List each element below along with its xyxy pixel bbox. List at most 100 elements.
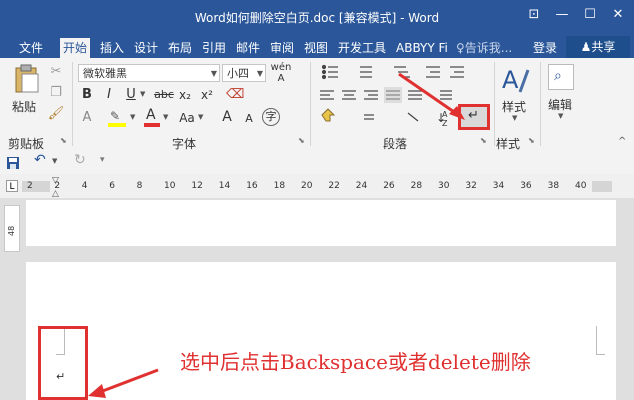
redo-icon[interactable]: ↻ [74,152,86,168]
save-glyph [7,157,19,169]
tab-home[interactable]: 开始 [60,38,91,58]
tab-review[interactable]: 审阅 [267,38,297,58]
subscript-button[interactable]: x₂ [176,86,194,104]
group-divider [540,62,541,146]
page-1-bottom[interactable] [26,200,616,246]
chevron-down-icon[interactable]: ▼ [130,113,135,121]
editing-button[interactable]: ⌕ [548,64,574,90]
shrink-font-button[interactable]: A [240,110,258,128]
collapse-ribbon-icon[interactable]: ^ [618,136,626,147]
tab-selector[interactable]: L [6,180,18,192]
ruler-tick-label: 8 [136,181,143,191]
paste-button[interactable] [10,64,44,94]
tab-mailings[interactable]: 邮件 [233,38,263,58]
tab-insert[interactable]: 插入 [97,38,127,58]
format-painter-icon[interactable]: 🖌 [47,105,65,123]
annotation-arrow-document [88,368,159,398]
dialog-launcher-icon[interactable]: ⬊ [60,136,67,145]
styles-label: 样式 [502,100,527,114]
ruler-tick-label: 6 [109,181,115,191]
styles-button[interactable]: A [500,64,530,96]
minimize-button[interactable]: — [548,7,576,22]
clear-formatting-icon[interactable]: ⌫ [226,86,244,104]
ruler-tick-label: 12 [191,181,203,191]
highlight-color-button[interactable]: ✎ [108,109,128,127]
margin-corner-mark [596,326,605,355]
ruler-tick-label: 32 [465,181,477,191]
chevron-down-icon: ▼ [210,69,217,78]
cut-icon[interactable]: ✂ [47,63,65,81]
horizontal-ruler [0,174,634,198]
phonetic-guide-label: wén [270,62,292,73]
ruler-tick-label: 2 [54,181,61,191]
styles-icon: A [502,66,530,94]
tab-view[interactable]: 视图 [301,38,331,58]
annotation-text: 选中后点击Backspace或者delete删除 [180,350,531,374]
ruler-margin [592,181,612,192]
svg-text:A: A [502,66,519,94]
vertical-ruler: 48 [4,205,20,252]
tell-me-box[interactable]: ♀告诉我... [456,38,512,58]
chevron-down-icon[interactable]: ▼ [163,113,168,121]
bold-button[interactable]: B [78,86,96,104]
paste-label: 粘贴 [12,100,37,114]
ruler-tick-label: 20 [301,181,313,191]
tab-developer[interactable]: 开发工具 [335,38,389,58]
ruler-tick-label: 2 [27,181,33,191]
font-color-button[interactable]: A [142,107,162,127]
tab-design[interactable]: 设计 [131,38,161,58]
font-size-combobox[interactable]: 小四 ▼ [222,64,266,82]
lightbulb-icon: ♀ [456,41,465,55]
ruler-tick-label: 28 [410,181,423,191]
group-divider [494,62,495,146]
tab-references[interactable]: 引用 [199,38,229,58]
font-size-value: 小四 [227,67,249,80]
tell-me-placeholder: 告诉我... [464,41,513,55]
enclose-characters-button[interactable]: 字 [262,108,280,126]
ruler-tick-label: 38 [547,181,560,191]
dialog-launcher-icon[interactable]: ⬊ [480,136,487,145]
chevron-down-icon[interactable]: ▼ [140,90,145,98]
copy-icon[interactable]: ❐ [47,84,65,102]
font-name-combobox[interactable]: 微软雅黑 ▼ [78,64,220,82]
highlighter-icon: ✎ [110,109,121,123]
font-color-icon: A [146,107,156,123]
quick-access-toolbar [0,150,634,174]
share-button[interactable]: ♟共享 [566,36,630,58]
group-divider [72,62,73,146]
sign-in-link[interactable]: 登录 [530,38,560,58]
undo-icon[interactable]: ↶ [34,152,46,168]
grow-font-button[interactable]: A [218,108,236,126]
maximize-button[interactable]: ☐ [576,7,604,22]
ruler-tick-label: 22 [328,181,340,191]
chevron-down-icon[interactable]: ▼ [52,157,57,165]
paragraph-mark[interactable]: ↵ [56,370,65,383]
close-button[interactable]: ✕ [604,7,632,22]
dialog-launcher-icon[interactable]: ⬊ [298,136,305,145]
ruler-tick-label: 36 [520,181,532,191]
tab-file[interactable]: 文件 [16,38,46,58]
save-icon[interactable] [6,155,20,169]
dialog-launcher-icon[interactable]: ⬊ [528,136,535,145]
chevron-down-icon[interactable]: ▼ [512,114,517,122]
font-name-value: 微软雅黑 [83,67,127,80]
italic-button[interactable]: I [100,86,118,104]
ruler-tick-label: 14 [218,181,231,191]
chevron-down-icon[interactable]: ▼ [558,112,563,120]
tab-layout[interactable]: 布局 [165,38,195,58]
strikethrough-button[interactable]: abc [152,86,176,104]
chevron-down-icon[interactable]: ▼ [198,113,203,121]
ruler-tick-label: 30 [438,181,450,191]
customize-toolbar-icon[interactable]: ▾ [100,155,105,165]
underline-button[interactable]: U [122,86,140,104]
tab-abbyy[interactable]: ABBYY Fi [393,38,451,58]
superscript-button[interactable]: x² [198,86,216,104]
person-icon: ♟ [580,40,592,54]
annotation-arrow-ribbon [398,72,465,120]
font-color-swatch [144,123,160,127]
change-case-button[interactable]: Aa [176,109,198,127]
phonetic-guide-button[interactable]: wén A [270,62,292,84]
text-effects-icon[interactable]: A [78,109,96,127]
magnifier-icon: ⌕ [554,68,562,84]
ribbon-display-options-icon[interactable]: ⊡ [520,7,548,22]
